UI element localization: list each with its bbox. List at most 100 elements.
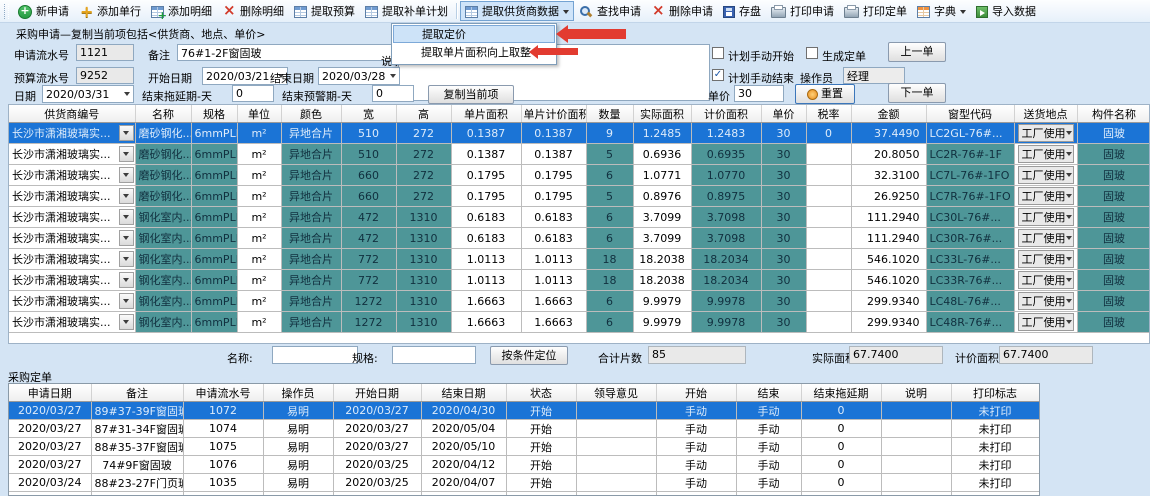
toolbar-button-extract-supplement-plan[interactable]: 提取补单计划: [360, 1, 453, 21]
toolbar-button-add-row[interactable]: 添加单行: [74, 1, 146, 21]
plan-manual-end-checkbox[interactable]: [712, 69, 724, 81]
column-header-tax-rate[interactable]: 税率: [806, 105, 851, 123]
cell-part-name: 固玻: [1077, 249, 1150, 270]
delivery-location-combo[interactable]: 工厂使用: [1018, 292, 1074, 310]
toolbar-button-add-detail[interactable]: 添加明细: [146, 1, 217, 21]
table-row[interactable]: 长沙市潇湘玻璃实...钢化室内...6mmPLE...m²异地合片1272131…: [9, 291, 1150, 312]
column-header-billing-area[interactable]: 计价面积: [691, 105, 761, 123]
reset-button[interactable]: 重置: [795, 84, 855, 104]
toolbar-button-save[interactable]: 存盘: [718, 1, 766, 21]
date-combo[interactable]: 2020/03/31: [42, 85, 134, 103]
table-row[interactable]: 2020/03/2788#35-37F窗固玻1075易明2020/03/2720…: [9, 438, 1039, 456]
toolbar-button-extract-budget[interactable]: 提取预算: [289, 1, 360, 21]
operator-input[interactable]: [843, 67, 905, 84]
supplier-dropdown-button[interactable]: [119, 272, 134, 288]
column-header-end-date[interactable]: 结束日期: [421, 384, 506, 402]
supplier-dropdown-button[interactable]: [119, 314, 134, 330]
table-row[interactable]: 长沙市潇湘玻璃实...磨砂钢化...6mmPLE...m²异地合片6602720…: [9, 186, 1150, 207]
delivery-location-combo[interactable]: 工厂使用: [1018, 187, 1074, 205]
supplier-dropdown-button[interactable]: [119, 209, 134, 225]
unit-price-input[interactable]: [734, 85, 784, 102]
menu-item-extract-pricing[interactable]: 提取定价: [393, 25, 555, 43]
column-header-end-delay[interactable]: 结束拖延期: [801, 384, 881, 402]
end-warning-input[interactable]: [372, 85, 414, 102]
delivery-location-combo[interactable]: 工厂使用: [1018, 229, 1074, 247]
column-header-spec[interactable]: 规格: [191, 105, 237, 123]
column-header-actual-area[interactable]: 实际面积: [633, 105, 691, 123]
column-header-name[interactable]: 名称: [135, 105, 191, 123]
column-header-height[interactable]: 高: [396, 105, 451, 123]
table-row[interactable]: 长沙市潇湘玻璃实...磨砂钢化...6mmPLE...m²异地合片5102720…: [9, 144, 1150, 165]
table-row[interactable]: 2020/03/2774#9F窗固玻1076易明2020/03/252020/0…: [9, 456, 1039, 474]
supplier-dropdown-button[interactable]: [119, 167, 134, 183]
column-header-serial[interactable]: 申请流水号: [183, 384, 263, 402]
delivery-location-combo[interactable]: 工厂使用: [1018, 313, 1074, 331]
table-row[interactable]: 长沙市潇湘玻璃实...钢化室内...6mmPLE...m²异地合片7721310…: [9, 249, 1150, 270]
locator-name-input[interactable]: [272, 346, 358, 364]
column-header-qty[interactable]: 数量: [586, 105, 633, 123]
supplier-dropdown-button[interactable]: [119, 230, 134, 246]
table-row[interactable]: 长沙市潇湘玻璃实...钢化室内...6mmPLE...m²异地合片4721310…: [9, 207, 1150, 228]
supplier-dropdown-button[interactable]: [119, 293, 134, 309]
column-header-print-flag[interactable]: 打印标志: [951, 384, 1039, 402]
toolbar-button-print-request[interactable]: 打印申请: [766, 1, 839, 21]
column-header-color[interactable]: 颜色: [281, 105, 341, 123]
column-header-unit[interactable]: 单位: [237, 105, 281, 123]
column-header-remark[interactable]: 备注: [91, 384, 183, 402]
toolbar-button-dictionary[interactable]: 字典: [912, 1, 971, 21]
end-date-combo[interactable]: 2020/03/28: [318, 67, 400, 85]
table-row[interactable]: 长沙市潇湘玻璃实...钢化室内...6mmPLE...m²异地合片7721310…: [9, 270, 1150, 291]
toolbar-button-delete-request[interactable]: 删除申请: [646, 1, 718, 21]
column-header-delivery[interactable]: 送货地点: [1014, 105, 1077, 123]
toolbar-button-print-order[interactable]: 打印定单: [839, 1, 912, 21]
column-header-start[interactable]: 开始: [656, 384, 736, 402]
table-row[interactable]: 长沙市潇湘玻璃实...钢化室内...6mmPLE...m²异地合片1272131…: [9, 312, 1150, 333]
table-row[interactable]: 2020/03/2787#31-34F窗固玻1074易明2020/03/2720…: [9, 420, 1039, 438]
remark-input[interactable]: [177, 44, 393, 61]
column-header-status[interactable]: 状态: [506, 384, 576, 402]
column-header-width[interactable]: 宽: [341, 105, 396, 123]
plan-manual-start-checkbox[interactable]: [712, 47, 724, 59]
column-header-amount[interactable]: 金额: [851, 105, 926, 123]
column-header-supplier[interactable]: 供货商编号: [9, 105, 135, 123]
locator-spec-input[interactable]: [392, 346, 476, 364]
delivery-location-combo[interactable]: 工厂使用: [1018, 208, 1074, 226]
table-row[interactable]: 2020/03/2488#23-27F门页玻1035易明2020/03/2520…: [9, 474, 1039, 492]
toolbar-button-find-request[interactable]: 查找申请: [574, 1, 646, 21]
table-row[interactable]: [9, 492, 1039, 496]
toolbar-button-delete-detail[interactable]: 删除明细: [217, 1, 289, 21]
column-header-end[interactable]: 结束: [736, 384, 801, 402]
column-header-note[interactable]: 说明: [881, 384, 951, 402]
toolbar-button-new-request[interactable]: 新申请: [13, 1, 74, 21]
supplier-dropdown-button[interactable]: [119, 188, 134, 204]
column-header-apply-date[interactable]: 申请日期: [9, 384, 91, 402]
copy-current-button[interactable]: 复制当前项: [428, 85, 514, 104]
column-header-start-date[interactable]: 开始日期: [333, 384, 421, 402]
end-delay-input[interactable]: [232, 85, 274, 102]
table-row[interactable]: 长沙市潇湘玻璃实...磨砂钢化...6mmPLE...m²异地合片6602720…: [9, 165, 1150, 186]
generate-order-checkbox[interactable]: [806, 47, 818, 59]
column-header-unit-price[interactable]: 单价: [761, 105, 806, 123]
column-header-piece-area[interactable]: 单片面积: [451, 105, 521, 123]
column-header-part-name[interactable]: 构件名称: [1077, 105, 1150, 123]
next-order-button[interactable]: 下一单: [888, 83, 946, 103]
column-header-operator[interactable]: 操作员: [263, 384, 333, 402]
column-header-leader-opinion[interactable]: 领导意见: [576, 384, 656, 402]
supplier-dropdown-button[interactable]: [119, 125, 134, 141]
locate-by-condition-button[interactable]: 按条件定位: [490, 346, 568, 365]
toolbar-button-import-data[interactable]: 导入数据: [971, 1, 1041, 21]
prev-order-button[interactable]: 上一单: [888, 42, 946, 62]
toolbar-button-extract-supplier-data[interactable]: 提取供货商数据: [460, 1, 574, 21]
table-row[interactable]: 长沙市潇湘玻璃实...钢化室内...6mmPLE...m²异地合片4721310…: [9, 228, 1150, 249]
delivery-location-combo[interactable]: 工厂使用: [1018, 124, 1074, 142]
table-row[interactable]: 长沙市潇湘玻璃实...磨砂钢化...6mmPLE...m²异地合片5102720…: [9, 123, 1150, 144]
column-header-window-code[interactable]: 窗型代码: [926, 105, 1014, 123]
table-row[interactable]: 2020/03/2789#37-39F窗固玻1072易明2020/03/2720…: [9, 402, 1039, 420]
delivery-location-combo[interactable]: 工厂使用: [1018, 166, 1074, 184]
delivery-location-combo[interactable]: 工厂使用: [1018, 271, 1074, 289]
delivery-location-combo[interactable]: 工厂使用: [1018, 145, 1074, 163]
delivery-location-combo[interactable]: 工厂使用: [1018, 250, 1074, 268]
column-header-piece-billing-area[interactable]: 单片计价面积: [521, 105, 586, 123]
supplier-dropdown-button[interactable]: [119, 251, 134, 267]
supplier-dropdown-button[interactable]: [119, 146, 134, 162]
